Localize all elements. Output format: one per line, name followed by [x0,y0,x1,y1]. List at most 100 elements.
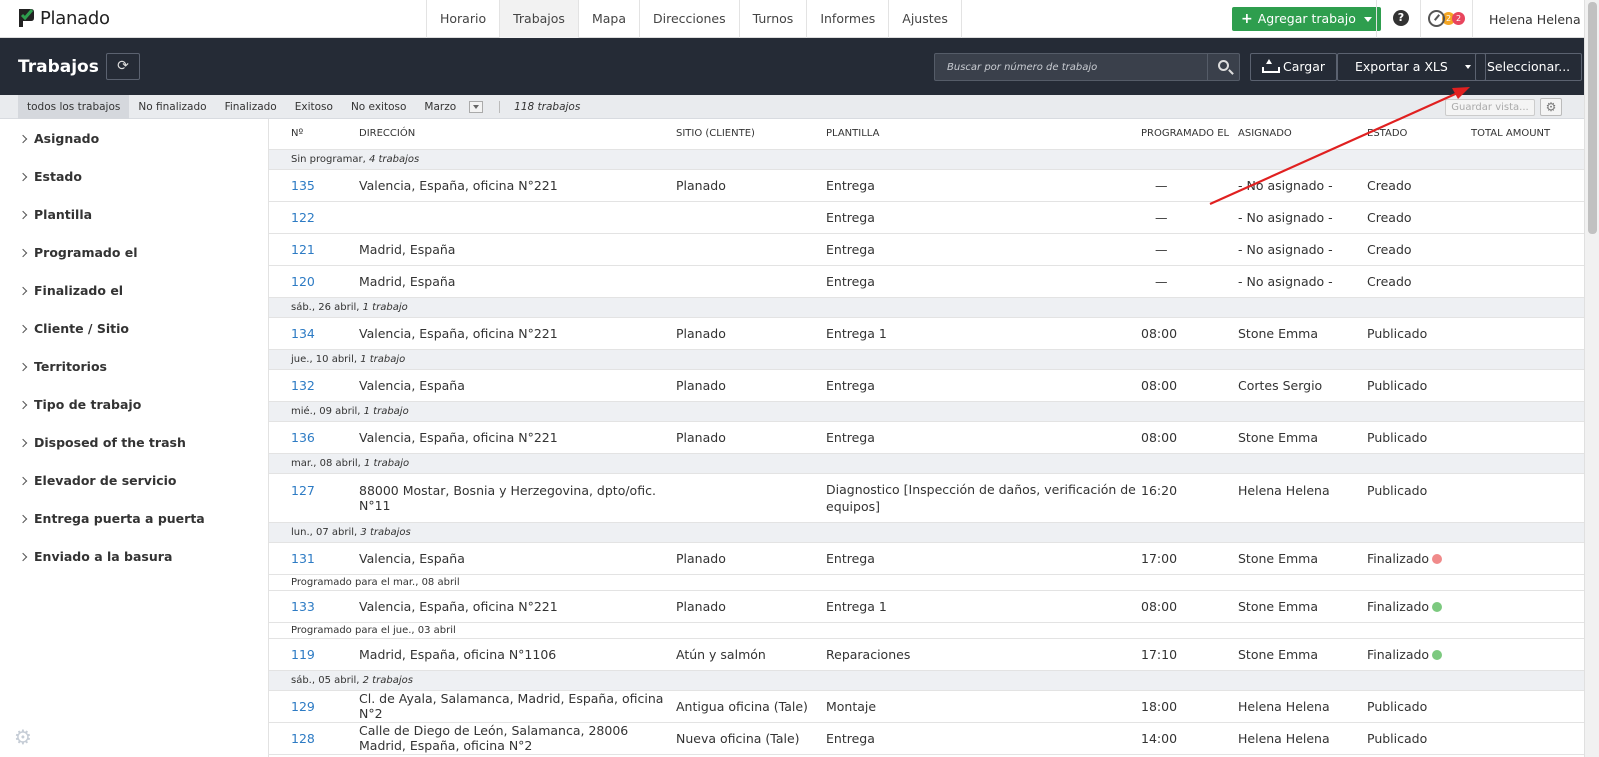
filter-tab[interactable]: todos los trabajos [18,95,130,119]
job-number-link-text[interactable]: 134 [291,326,315,341]
sidebar-filter-item[interactable]: Plantilla [0,195,268,233]
job-number-link[interactable]: 133 [269,590,359,623]
table-row[interactable]: 129 Cl. de Ayala, Salamanca, Madrid, Espa… [269,690,1584,723]
column-header[interactable]: PROGRAMADO EL [1141,119,1238,150]
sidebar-filter-item[interactable]: Enviado a la basura [0,537,268,575]
job-number-link-text[interactable]: 129 [291,699,315,714]
job-number-link[interactable]: 121 [269,233,359,266]
column-header[interactable]: ESTADO [1367,119,1471,150]
sidebar-filter-item[interactable]: Territorios [0,347,268,385]
table-row[interactable]: 121 Madrid, España Entrega — - No asignado -… [269,233,1584,266]
table-row[interactable]: 122 Entrega — - No asignado - Creado [269,201,1584,234]
settings-gear-icon[interactable]: ⚙ [14,725,32,749]
column-header[interactable]: PLANTILLA [826,119,1141,150]
view-settings-button[interactable]: ⚙ [1540,98,1562,116]
job-number-link[interactable]: 131 [269,542,359,575]
select-button[interactable]: Seleccionar... [1475,53,1583,81]
nav-tab-mapa[interactable]: Mapa [577,0,639,38]
sidebar-filter-item[interactable]: Entrega puerta a puerta [0,499,268,537]
column-header[interactable]: TOTAL AMOUNT [1471,119,1584,150]
table-row[interactable]: 134 Valencia, España, oficina N°221 Planad… [269,317,1584,350]
nav-tab-trabajos[interactable]: Trabajos [499,0,578,38]
filter-tab[interactable]: No exitoso [342,95,415,119]
nav-tab-turnos[interactable]: Turnos [738,0,807,38]
job-number-link-text[interactable]: 131 [291,551,315,566]
sidebar-item-label: Estado [34,168,82,184]
export-xls-button[interactable]: Exportar a XLS [1337,53,1486,81]
job-number-link-text[interactable]: 119 [291,647,315,662]
refresh-button[interactable]: ⟳ [106,53,140,80]
job-number-link-text[interactable]: 122 [291,210,315,225]
nav-tab-horario[interactable]: Horario [426,0,499,38]
scheduled-cell-text: 08:00 [1141,429,1178,445]
job-number-link[interactable]: 120 [269,265,359,298]
column-header[interactable]: SITIO (CLIENTE) [676,119,826,150]
status-cell-text: Finalizado [1367,550,1430,566]
sidebar-filter-item[interactable]: Tipo de trabajo [0,385,268,423]
search-input[interactable] [935,54,1207,80]
sidebar-filter-item[interactable]: Cliente / Sitio [0,309,268,347]
job-number-link-text[interactable]: 132 [291,378,315,393]
address-cell: Valencia, España [359,369,676,402]
column-header[interactable]: Nº [269,119,359,150]
job-number-link[interactable]: 132 [269,369,359,402]
site-cell-text: Planado [676,550,726,566]
vertical-scrollbar[interactable] [1584,0,1599,757]
sidebar-item-label: Tipo de trabajo [34,396,142,412]
scheduled-cell: 08:00 [1141,421,1238,454]
job-number-link-text[interactable]: 135 [291,178,315,193]
table-row[interactable]: 120 Madrid, España Entrega — - No asignado -… [269,265,1584,298]
sidebar-filter-item[interactable]: Programado el [0,233,268,271]
scrollbar-thumb[interactable] [1588,2,1597,234]
month-dropdown-toggle[interactable] [469,101,484,113]
table-row[interactable]: 128 Calle de Diego de León, Salamanca, 28… [269,722,1584,755]
table-row[interactable]: 135 Valencia, España, oficina N°221 Planad… [269,169,1584,202]
job-number-link[interactable]: 119 [269,638,359,671]
user-menu[interactable]: Helena Helena [1489,12,1581,27]
job-number-link-text[interactable]: 133 [291,599,315,614]
job-number-link[interactable]: 136 [269,421,359,454]
table-row[interactable]: 133 Valencia, España, oficina N°221 Planad… [269,590,1584,623]
sidebar-filter-item[interactable]: Disposed of the trash [0,423,268,461]
sidebar-filter-item[interactable]: Estado [0,157,268,195]
filter-tab[interactable]: No finalizado [129,95,215,119]
table-row[interactable]: 132 Valencia, España Planado Entrega 08:00 Co… [269,369,1584,402]
filter-tab[interactable]: Finalizado [216,95,286,119]
job-number-link-text[interactable]: 121 [291,242,315,257]
search-button[interactable] [1207,54,1239,80]
save-view-button[interactable]: Guardar vista... [1445,99,1535,116]
filter-tab[interactable]: Marzo [415,95,465,119]
nav-tab-direcciones[interactable]: Direcciones [638,0,739,38]
job-number-link-text[interactable]: 136 [291,430,315,445]
job-number-link[interactable]: 122 [269,201,359,234]
job-number-link-text[interactable]: 128 [291,731,315,746]
job-number-link[interactable]: 135 [269,169,359,202]
job-number-link[interactable]: 127 [269,473,359,523]
job-number-link-text[interactable]: 120 [291,274,315,289]
sidebar-filter-item[interactable]: Finalizado el [0,271,268,309]
notifications[interactable]: 2 2 [1428,10,1465,27]
filter-tab[interactable]: Exitoso [286,95,342,119]
sidebar-filter-item[interactable]: Asignado [0,119,268,157]
scheduled-cell: 18:00 [1141,690,1238,723]
job-number-link[interactable]: 129 [269,690,359,723]
nav-tab-ajustes[interactable]: Ajustes [888,0,962,38]
total-amount-cell [1471,690,1584,723]
sidebar-filter-item[interactable]: Elevador de servicio [0,461,268,499]
table-row[interactable]: 119 Madrid, España, oficina N°1106 Atún y … [269,638,1584,671]
table-row[interactable]: 131 Valencia, España Planado Entrega 17:00 St… [269,542,1584,575]
column-header[interactable]: DIRECCIÓN [359,119,676,150]
nav-tab-informes[interactable]: Informes [806,0,888,38]
job-number-link-text[interactable]: 127 [291,483,315,498]
job-number-link[interactable]: 128 [269,722,359,755]
table-row[interactable]: 127 88000 Mostar, Bosnia y Herzegovina, d… [269,473,1584,523]
column-header[interactable]: ASIGNADO [1238,119,1367,150]
add-job-button[interactable]: + Agregar trabajo [1232,7,1381,31]
help-icon[interactable]: ? [1393,10,1409,26]
address-cell-text: Valencia, España, oficina N°221 [359,429,558,445]
upload-button[interactable]: Cargar [1250,53,1338,81]
template-cell-text: Montaje [826,698,877,714]
logo[interactable]: Planado [16,7,110,29]
table-row[interactable]: 136 Valencia, España, oficina N°221 Planad… [269,421,1584,454]
job-number-link[interactable]: 134 [269,317,359,350]
